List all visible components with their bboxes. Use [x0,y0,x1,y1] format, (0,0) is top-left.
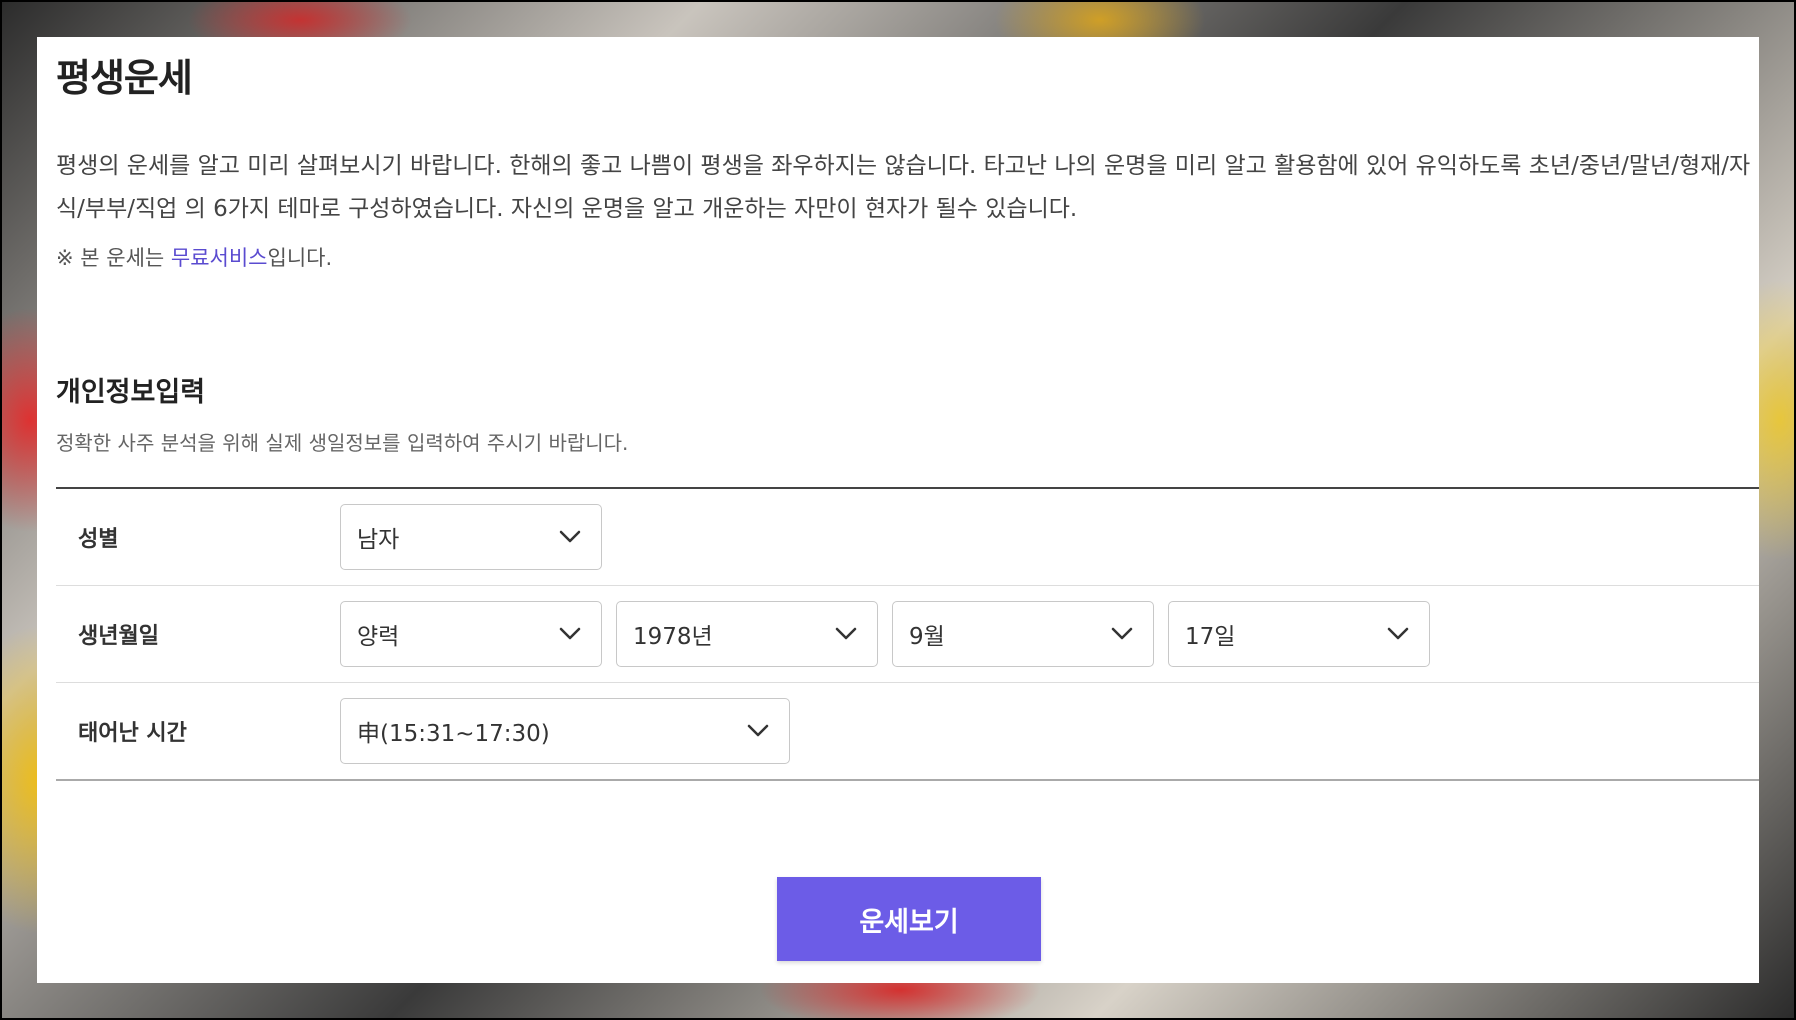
birth-month-value: 9월 [909,624,945,650]
chevron-down-icon [559,530,581,543]
gender-select[interactable]: 남자 [340,504,602,570]
birthtime-label: 태어난 시간 [78,721,187,746]
birth-day-select[interactable]: 17일 [1168,601,1430,667]
section-title: 개인정보입력 [56,377,206,408]
birthdate-row: 생년월일 양력 1978년 9월 17일 [56,586,1759,683]
page-title: 평생운세 [56,56,193,100]
gender-label: 성별 [78,527,119,552]
birthdate-label: 생년월일 [78,624,159,649]
birth-year-select[interactable]: 1978년 [616,601,878,667]
service-note: ※ 본 운세는 무료서비스입니다. [56,242,332,272]
chevron-down-icon [1111,627,1133,640]
section-description: 정확한 사주 분석을 위해 실제 생일정보를 입력하여 주시기 바랍니다. [56,431,629,455]
chevron-down-icon [835,627,857,640]
calendar-type-value: 양력 [357,624,400,650]
free-service-link: 무료서비스 [170,246,268,270]
birthtime-row: 태어난 시간 申(15:31~17:30) [56,683,1759,779]
chevron-down-icon [559,627,581,640]
fortune-panel: 평생운세 평생의 운세를 알고 미리 살펴보시기 바랍니다. 한해의 좋고 나쁨… [37,37,1759,983]
gender-value: 남자 [357,527,400,553]
birthtime-select[interactable]: 申(15:31~17:30) [340,698,790,764]
birth-month-select[interactable]: 9월 [892,601,1154,667]
view-fortune-button[interactable]: 운세보기 [777,877,1041,961]
birth-year-value: 1978년 [633,624,713,650]
birth-day-value: 17일 [1185,624,1236,650]
chevron-down-icon [1387,627,1409,640]
gender-row: 성별 남자 [56,489,1759,586]
chevron-down-icon [747,724,769,737]
note-prefix: ※ 본 운세는 [56,246,171,270]
personal-info-form: 성별 남자 생년월일 양력 1978년 9월 17일 태어난 시간 申(15:3… [56,487,1759,781]
birthtime-value: 申(15:31~17:30) [357,721,550,747]
intro-text: 평생의 운세를 알고 미리 살펴보시기 바랍니다. 한해의 좋고 나쁨이 평생을… [56,153,1751,222]
note-suffix: 입니다. [267,246,333,270]
calendar-type-select[interactable]: 양력 [340,601,602,667]
